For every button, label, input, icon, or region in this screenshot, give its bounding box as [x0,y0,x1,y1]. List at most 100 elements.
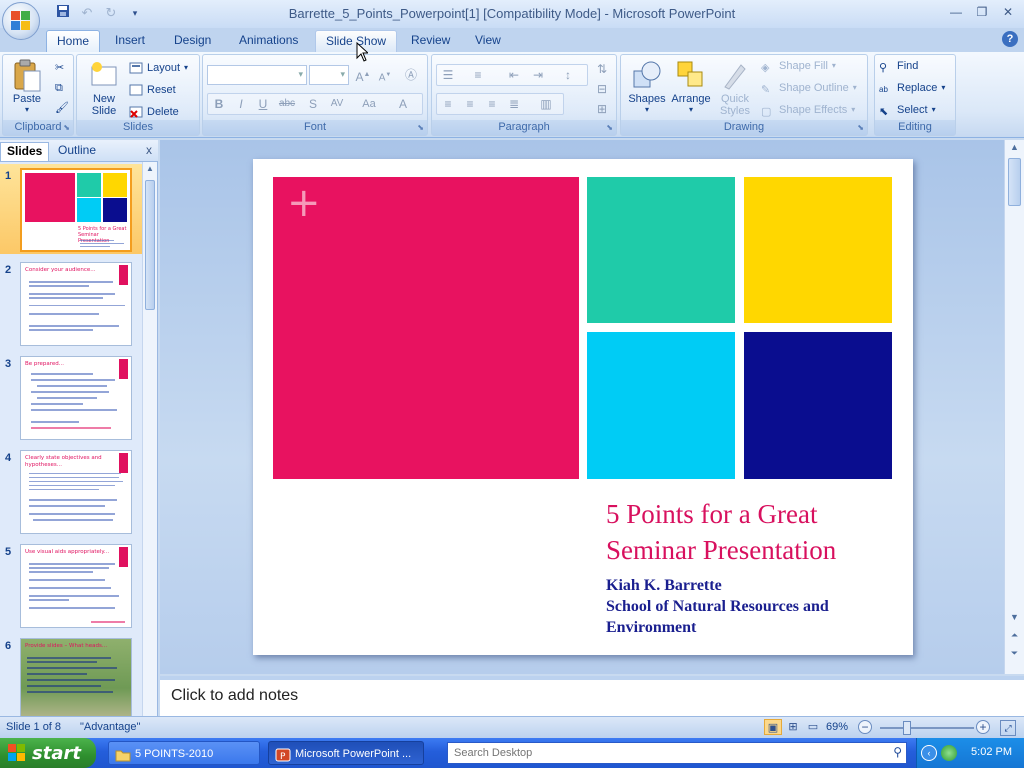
justify-icon[interactable]: ≣ [504,94,524,114]
font-launcher-icon[interactable]: ⬊ [417,123,424,132]
tab-review[interactable]: Review [401,30,460,52]
columns-icon[interactable]: ▥ [536,94,556,114]
taskbar-powerpoint-button[interactable]: P Microsoft PowerPoint ... [268,741,424,765]
clock[interactable]: 5:02 PM [971,746,1012,758]
search-input[interactable] [448,743,878,763]
tab-home[interactable]: Home [46,30,101,52]
format-painter-icon[interactable]: 🖌 [55,99,69,117]
slide-scrollbar[interactable]: ▲ ▼ ⏶ ⏷ [1004,140,1024,674]
numbering-icon[interactable]: ≡ [468,65,488,85]
bold-icon[interactable]: B [209,94,229,114]
paste-button[interactable]: Paste ▾ [9,59,45,114]
select-button[interactable]: ⬉ Select ▾ [879,101,936,119]
slide-thumbnail-5[interactable]: 5 Use visual aids appropriately... [0,540,142,630]
slide-thumbnail-4[interactable]: 4 Clearly state objectives and hypothese… [0,446,142,536]
shape-outline-button[interactable]: ✎ Shape Outline ▾ [761,79,857,97]
fit-to-window-icon[interactable]: ⤢ [1000,720,1016,736]
text-direction-icon[interactable]: ⇅ [592,59,612,79]
zoom-slider-thumb[interactable] [903,721,911,735]
align-center-icon[interactable]: ≡ [460,94,480,114]
start-button[interactable]: start [0,738,96,768]
replace-button[interactable]: ab Replace ▾ [879,79,945,97]
shape-effects-button[interactable]: ▢ Shape Effects ▾ [761,101,855,119]
search-icon[interactable]: ⚲ [893,745,902,759]
new-slide-button[interactable]: New Slide [81,59,127,117]
tab-outline[interactable]: Outline [52,142,102,161]
taskbar-folder-button[interactable]: 5 POINTS-2010 [108,741,260,765]
restore-icon[interactable]: ❐ [970,2,994,22]
scroll-up-icon[interactable]: ▲ [1005,142,1024,152]
zoom-out-icon[interactable]: − [858,720,872,734]
office-button[interactable] [2,2,40,40]
tab-slides[interactable]: Slides [0,142,50,161]
find-button[interactable]: ⚲ Find [879,57,918,75]
slide-show-icon[interactable]: ▭ [804,719,822,735]
tab-view[interactable]: View [465,30,511,52]
line-spacing-icon[interactable]: ↕ [558,65,578,85]
previous-slide-icon[interactable]: ⏶ [1005,630,1024,641]
scroll-up-icon[interactable]: ▲ [143,164,157,173]
zoom-in-icon[interactable]: + [976,720,990,734]
slide-thumbnail-3[interactable]: 3 Be prepared... [0,352,142,442]
tab-design[interactable]: Design [164,30,221,52]
thumbnail-title: Use visual aids appropriately... [25,549,110,555]
grow-font-icon[interactable]: A▲ [353,65,373,85]
quick-styles-button[interactable]: Quick Styles [713,59,757,117]
reset-button[interactable]: Reset [129,81,176,99]
slide-scroll-thumb[interactable] [1008,158,1021,206]
minimize-icon[interactable]: — [944,2,968,22]
smartart-icon[interactable]: ⊞ [592,99,612,119]
increase-indent-icon[interactable]: ⇥ [528,65,548,85]
tab-animations[interactable]: Animations [229,30,308,52]
next-slide-icon[interactable]: ⏷ [1005,648,1024,659]
font-color-icon[interactable]: A [393,94,413,114]
underline-icon[interactable]: U [253,94,273,114]
slide-title[interactable]: 5 Points for a Great Seminar Presentatio… [606,496,906,568]
shrink-font-icon[interactable]: A▼ [375,65,395,85]
scroll-down-icon[interactable]: ▼ [1005,612,1024,622]
theme-name[interactable]: "Advantage" [80,721,140,733]
notes-pane[interactable]: Click to add notes [160,676,1024,716]
slide-subtitle[interactable]: Kiah K. Barrette School of Natural Resou… [606,575,906,638]
change-case-icon[interactable]: Aa [359,94,379,114]
thumbnail-title: 5 Points for a Great Seminar Presentatio… [78,226,127,244]
slide-thumbnail-6[interactable]: 6 Provide slides – What heads... [0,634,142,716]
shape-fill-button[interactable]: ◈ Shape Fill ▾ [761,57,836,75]
delete-button[interactable]: Delete [129,103,179,121]
align-text-icon[interactable]: ⊟ [592,79,612,99]
clear-formatting-icon[interactable]: Ⓐ [401,65,421,85]
align-right-icon[interactable]: ≡ [482,94,502,114]
help-icon[interactable]: ? [1002,31,1018,47]
cut-icon[interactable]: ✂ [55,59,64,77]
current-slide[interactable]: + 5 Points for a Great Seminar Presentat… [253,159,913,655]
zoom-level[interactable]: 69% [826,721,848,733]
close-icon[interactable]: ✕ [996,2,1020,22]
font-name-combo[interactable] [207,65,307,85]
clipboard-launcher-icon[interactable]: ⬊ [63,123,70,132]
copy-icon[interactable]: ⧉ [55,79,63,97]
pane-scrollbar[interactable]: ▲ [142,162,157,716]
tab-insert[interactable]: Insert [105,30,155,52]
layout-button[interactable]: Layout ▾ [129,59,188,77]
slide-sorter-icon[interactable]: ⊞ [784,719,802,735]
shadow-icon[interactable]: S [303,94,323,114]
decrease-indent-icon[interactable]: ⇤ [504,65,524,85]
drawing-launcher-icon[interactable]: ⬊ [857,123,864,132]
italic-icon[interactable]: I [231,94,251,114]
arrange-button[interactable]: Arrange ▾ [669,59,713,114]
font-size-combo[interactable] [309,65,349,85]
pane-close-icon[interactable]: x [146,143,152,157]
character-spacing-icon[interactable]: AV [327,94,347,114]
slide-thumbnail-2[interactable]: 2 Consider your audience... [0,258,142,348]
pane-scroll-thumb[interactable] [145,180,155,310]
bullets-icon[interactable]: ☰ [438,65,458,85]
slide-thumbnail-1[interactable]: 1 5 Points for a Great Seminar Presentat… [0,164,142,254]
normal-view-icon[interactable]: ▣ [764,719,782,735]
paragraph-launcher-icon[interactable]: ⬊ [606,123,613,132]
shapes-button[interactable]: Shapes ▾ [625,59,669,114]
align-left-icon[interactable]: ≡ [438,94,458,114]
zoom-slider[interactable] [880,727,974,729]
network-icon[interactable] [941,745,957,761]
tray-expand-icon[interactable]: ‹ [921,745,937,761]
strikethrough-icon[interactable]: abc [277,94,297,114]
